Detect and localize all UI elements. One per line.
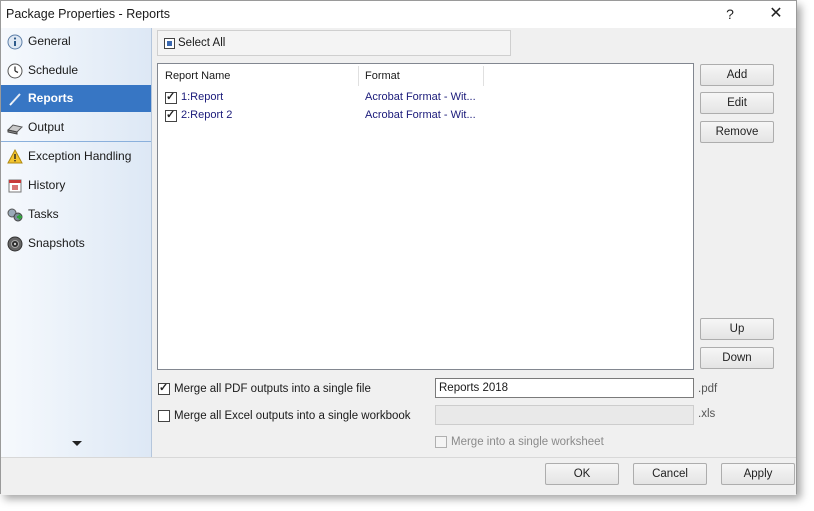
merge-pdf-label: Merge all PDF outputs into a single file	[174, 383, 371, 395]
sidebar-item-snapshots[interactable]: Snapshots	[1, 230, 151, 257]
sidebar-item-tasks[interactable]: Tasks	[1, 201, 151, 228]
merge-pdf-filename-input[interactable]: Reports 2018	[435, 378, 694, 398]
sidebar-item-label: Output	[28, 120, 65, 134]
merge-worksheet-checkbox[interactable]	[435, 436, 447, 448]
sidebar-item-exception-handling[interactable]: Exception Handling	[1, 143, 151, 170]
report-format-cell: Acrobat Format - Wit...	[365, 109, 476, 121]
tasks-icon	[7, 208, 23, 222]
column-separator	[483, 66, 484, 86]
merge-excel-label: Merge all Excel outputs into a single wo…	[174, 410, 411, 422]
column-header-format[interactable]: Format	[365, 64, 400, 88]
remove-button[interactable]: Remove	[700, 121, 774, 143]
printer-icon	[7, 124, 23, 135]
select-all-label: Select All	[178, 37, 226, 49]
sidebar-item-label: Snapshots	[28, 236, 85, 250]
xls-extension-label: .xls	[698, 408, 716, 420]
move-down-button[interactable]: Down	[700, 347, 774, 369]
column-header-report-name[interactable]: Report Name	[165, 64, 230, 88]
sidebar-item-label: Schedule	[28, 63, 79, 77]
move-up-button[interactable]: Up	[700, 318, 774, 340]
package-properties-dialog: Package Properties - Reports ? ✕ General…	[0, 0, 797, 495]
report-name-cell: 1:Report	[181, 91, 224, 103]
row-checkbox[interactable]	[165, 108, 177, 122]
sidebar-item-reports[interactable]: Reports	[1, 85, 151, 112]
close-button[interactable]: ✕	[763, 4, 789, 24]
select-all-panel: Select All	[157, 30, 511, 56]
dialog-footer: OK Cancel Apply	[1, 457, 796, 495]
camera-icon	[7, 236, 23, 252]
sidebar: General Schedule Reports Output Exceptio…	[1, 28, 152, 458]
reports-list[interactable]: Report Name Format 1:Report Acrobat Form…	[157, 63, 694, 370]
sidebar-item-schedule[interactable]: Schedule	[1, 57, 151, 84]
report-format-cell: Acrobat Format - Wit...	[365, 91, 476, 103]
ok-button[interactable]: OK	[545, 463, 619, 485]
merge-pdf-checkbox[interactable]	[158, 381, 170, 395]
merge-excel-filename-input[interactable]	[435, 405, 694, 425]
column-separator	[358, 66, 359, 86]
merge-excel-checkbox[interactable]	[158, 410, 170, 422]
clock-icon	[7, 63, 23, 79]
pdf-extension-label: .pdf	[698, 383, 718, 395]
report-name-cell: 2:Report 2	[181, 109, 233, 121]
sidebar-item-label: History	[28, 178, 66, 192]
calendar-icon	[8, 179, 22, 193]
edit-button[interactable]: Edit	[700, 92, 774, 114]
sidebar-item-label: Reports	[28, 91, 74, 105]
sidebar-item-label: Tasks	[28, 207, 59, 221]
select-all-checkbox[interactable]	[164, 38, 175, 49]
info-icon	[7, 34, 23, 50]
help-button[interactable]: ?	[717, 4, 743, 24]
table-row[interactable]: 1:Report Acrobat Format - Wit...	[158, 89, 688, 107]
row-checkbox[interactable]	[165, 90, 177, 104]
sidebar-item-output[interactable]: Output	[1, 114, 151, 142]
apply-button[interactable]: Apply	[721, 463, 795, 485]
sidebar-item-label: Exception Handling	[28, 149, 132, 163]
pen-icon	[9, 93, 21, 106]
sidebar-item-history[interactable]: History	[1, 172, 151, 199]
window-title: Package Properties - Reports	[6, 7, 170, 21]
merge-worksheet-label: Merge into a single worksheet	[451, 436, 604, 448]
warning-icon	[7, 149, 23, 164]
cancel-button[interactable]: Cancel	[633, 463, 707, 485]
table-row[interactable]: 2:Report 2 Acrobat Format - Wit...	[158, 107, 688, 125]
sidebar-item-label: General	[28, 34, 71, 48]
title-bar: Package Properties - Reports ? ✕	[1, 1, 796, 28]
sidebar-item-general[interactable]: General	[1, 28, 151, 55]
add-button[interactable]: Add	[700, 64, 774, 86]
sidebar-scroll-down-icon[interactable]	[72, 441, 82, 446]
